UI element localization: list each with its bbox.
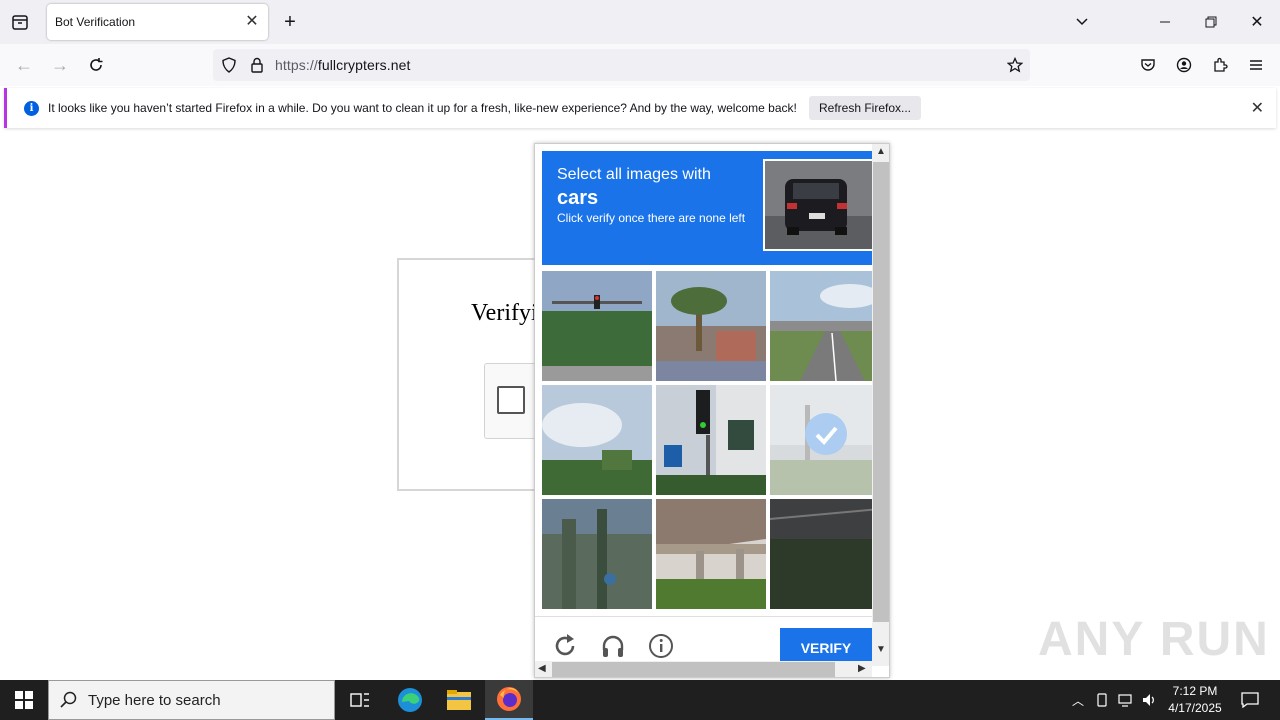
- close-tab-icon[interactable]: ✕: [242, 12, 262, 32]
- clock-date: 4/17/2025: [1168, 701, 1222, 715]
- check-icon: [805, 413, 847, 455]
- captcha-header: Select all images with cars Click verify…: [542, 151, 875, 265]
- url-bar[interactable]: https://fullcrypters.net: [213, 49, 1030, 81]
- search-icon: [60, 691, 78, 714]
- navigation-bar: ← → https://fullcrypters.net: [0, 44, 1280, 86]
- captcha-example-image: [763, 159, 875, 251]
- captcha-subinstruction: Click verify once there are none left: [557, 211, 746, 225]
- lock-icon[interactable]: [243, 51, 271, 79]
- volume-icon[interactable]: [1138, 680, 1162, 720]
- horizontal-scrollbar[interactable]: ◀ ▶: [535, 661, 872, 677]
- new-tab-icon[interactable]: +: [276, 8, 304, 36]
- reload-challenge-icon[interactable]: [552, 633, 580, 661]
- vertical-scrollbar[interactable]: ▲ ▼: [872, 144, 889, 666]
- watermark-logo: ANY RUN: [1038, 613, 1270, 666]
- device-icon[interactable]: [1090, 680, 1114, 720]
- chevron-down-icon[interactable]: [1068, 8, 1096, 36]
- info-icon: i: [24, 101, 39, 116]
- captcha-tile[interactable]: [656, 271, 766, 381]
- firefox-view-icon[interactable]: [6, 8, 34, 36]
- notification-center-icon[interactable]: [1226, 680, 1274, 720]
- captcha-instruction: Select all images with: [557, 166, 711, 183]
- browser-tab[interactable]: Bot Verification ✕: [47, 4, 268, 40]
- shield-icon[interactable]: [215, 51, 243, 79]
- captcha-tile[interactable]: [542, 271, 652, 381]
- captcha-tile[interactable]: [770, 271, 880, 381]
- restore-icon[interactable]: [1197, 8, 1225, 36]
- verification-heading: Verifyi: [471, 300, 538, 326]
- info-icon[interactable]: [648, 633, 676, 661]
- captcha-tile[interactable]: [656, 499, 766, 609]
- menu-icon[interactable]: [1242, 51, 1270, 79]
- edge-icon[interactable]: [386, 680, 434, 720]
- scrollbar-thumb[interactable]: [873, 162, 889, 622]
- captcha-tile[interactable]: [656, 385, 766, 495]
- captcha-challenge: Select all images with cars Click verify…: [534, 143, 890, 678]
- captcha-tile[interactable]: [770, 499, 880, 609]
- account-icon[interactable]: [1170, 51, 1198, 79]
- chevron-up-icon[interactable]: ︿: [1066, 680, 1090, 720]
- back-icon[interactable]: ←: [10, 51, 38, 79]
- network-icon[interactable]: [1114, 680, 1138, 720]
- captcha-target: cars: [557, 187, 599, 209]
- notification-bar: i It looks like you haven’t started Fire…: [4, 88, 1276, 128]
- tab-strip: Bot Verification ✕ + ✕: [0, 0, 1280, 44]
- firefox-taskbar-icon[interactable]: [485, 680, 533, 720]
- reload-icon[interactable]: [82, 51, 110, 79]
- system-clock[interactable]: 7:12 PM 4/17/2025: [1166, 683, 1224, 717]
- file-explorer-icon[interactable]: [435, 680, 483, 720]
- audio-challenge-icon[interactable]: [600, 633, 628, 661]
- pocket-icon[interactable]: [1134, 51, 1162, 79]
- taskbar-search[interactable]: Type here to search: [48, 680, 335, 720]
- windows-start-icon[interactable]: [0, 680, 48, 720]
- task-view-icon[interactable]: [336, 680, 384, 720]
- forward-icon[interactable]: →: [46, 51, 74, 79]
- scrollbar-thumb[interactable]: [552, 662, 835, 677]
- captcha-image-grid: [542, 271, 882, 611]
- url-text[interactable]: https://fullcrypters.net: [275, 57, 410, 73]
- captcha-tile[interactable]: [542, 385, 652, 495]
- captcha-checkbox[interactable]: [497, 386, 525, 414]
- tab-title: Bot Verification: [55, 15, 136, 29]
- close-notification-icon[interactable]: ✕: [1251, 98, 1264, 118]
- extensions-icon[interactable]: [1206, 51, 1234, 79]
- captcha-footer: VERIFY: [535, 616, 872, 668]
- clock-time: 7:12 PM: [1172, 684, 1218, 698]
- bookmark-star-icon[interactable]: [1001, 51, 1029, 79]
- notification-message: It looks like you haven’t started Firefo…: [48, 101, 797, 115]
- url-host: fullcrypters.net: [317, 57, 411, 73]
- url-protocol: https://: [275, 57, 318, 73]
- taskbar: Type here to search ︿ 7:12 PM 4/17/2025: [0, 680, 1280, 720]
- captcha-tile-selected[interactable]: [770, 385, 880, 495]
- close-window-icon[interactable]: ✕: [1243, 8, 1271, 36]
- search-placeholder: Type here to search: [88, 692, 221, 709]
- captcha-tile[interactable]: [542, 499, 652, 609]
- minimize-icon[interactable]: [1151, 8, 1179, 36]
- refresh-firefox-button[interactable]: Refresh Firefox...: [809, 96, 921, 120]
